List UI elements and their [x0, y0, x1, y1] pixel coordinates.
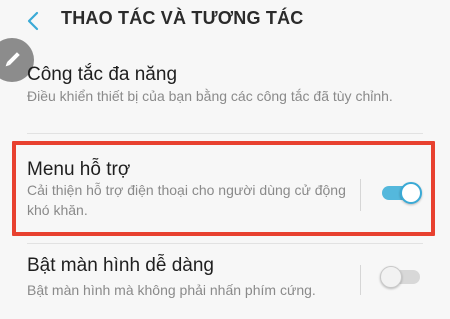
setting-description: Cải thiện hỗ trợ điện thoại cho người dù… [27, 182, 346, 218]
toggle-knob [380, 266, 402, 288]
setting-assistant-menu[interactable]: Menu hỗ trợ Cải thiện hỗ trợ điện thoại … [0, 141, 450, 238]
divider [27, 133, 423, 134]
chevron-left-icon [27, 11, 39, 31]
setting-description: Bật màn hình mà không phải nhấn phím cứn… [27, 282, 316, 298]
accessibility-settings-screen: THAO TÁC VÀ TƯƠNG TÁC Công tắc đa năng Đ… [0, 0, 450, 319]
vertical-divider [360, 265, 361, 295]
page-title: THAO TÁC VÀ TƯƠNG TÁC [61, 8, 304, 28]
setting-description: Điều khiển thiết bị của bạn bằng các côn… [27, 88, 393, 104]
setting-universal-switch[interactable]: Công tắc đa năng Điều khiển thiết bị của… [0, 56, 450, 134]
setting-label: Menu hỗ trợ [27, 159, 131, 180]
setting-label: Bật màn hình dễ dàng [27, 255, 214, 276]
easy-screen-turn-on-toggle[interactable] [380, 265, 422, 288]
vertical-divider [360, 179, 361, 211]
setting-easy-screen-turn-on[interactable]: Bật màn hình dễ dàng Bật màn hình mà khô… [0, 247, 450, 319]
setting-label: Công tắc đa năng [27, 64, 178, 85]
app-bar: THAO TÁC VÀ TƯƠNG TÁC [0, 0, 450, 42]
divider [27, 243, 423, 244]
assistant-menu-toggle[interactable] [382, 181, 422, 204]
back-button[interactable] [20, 8, 46, 34]
toggle-knob [400, 182, 422, 204]
